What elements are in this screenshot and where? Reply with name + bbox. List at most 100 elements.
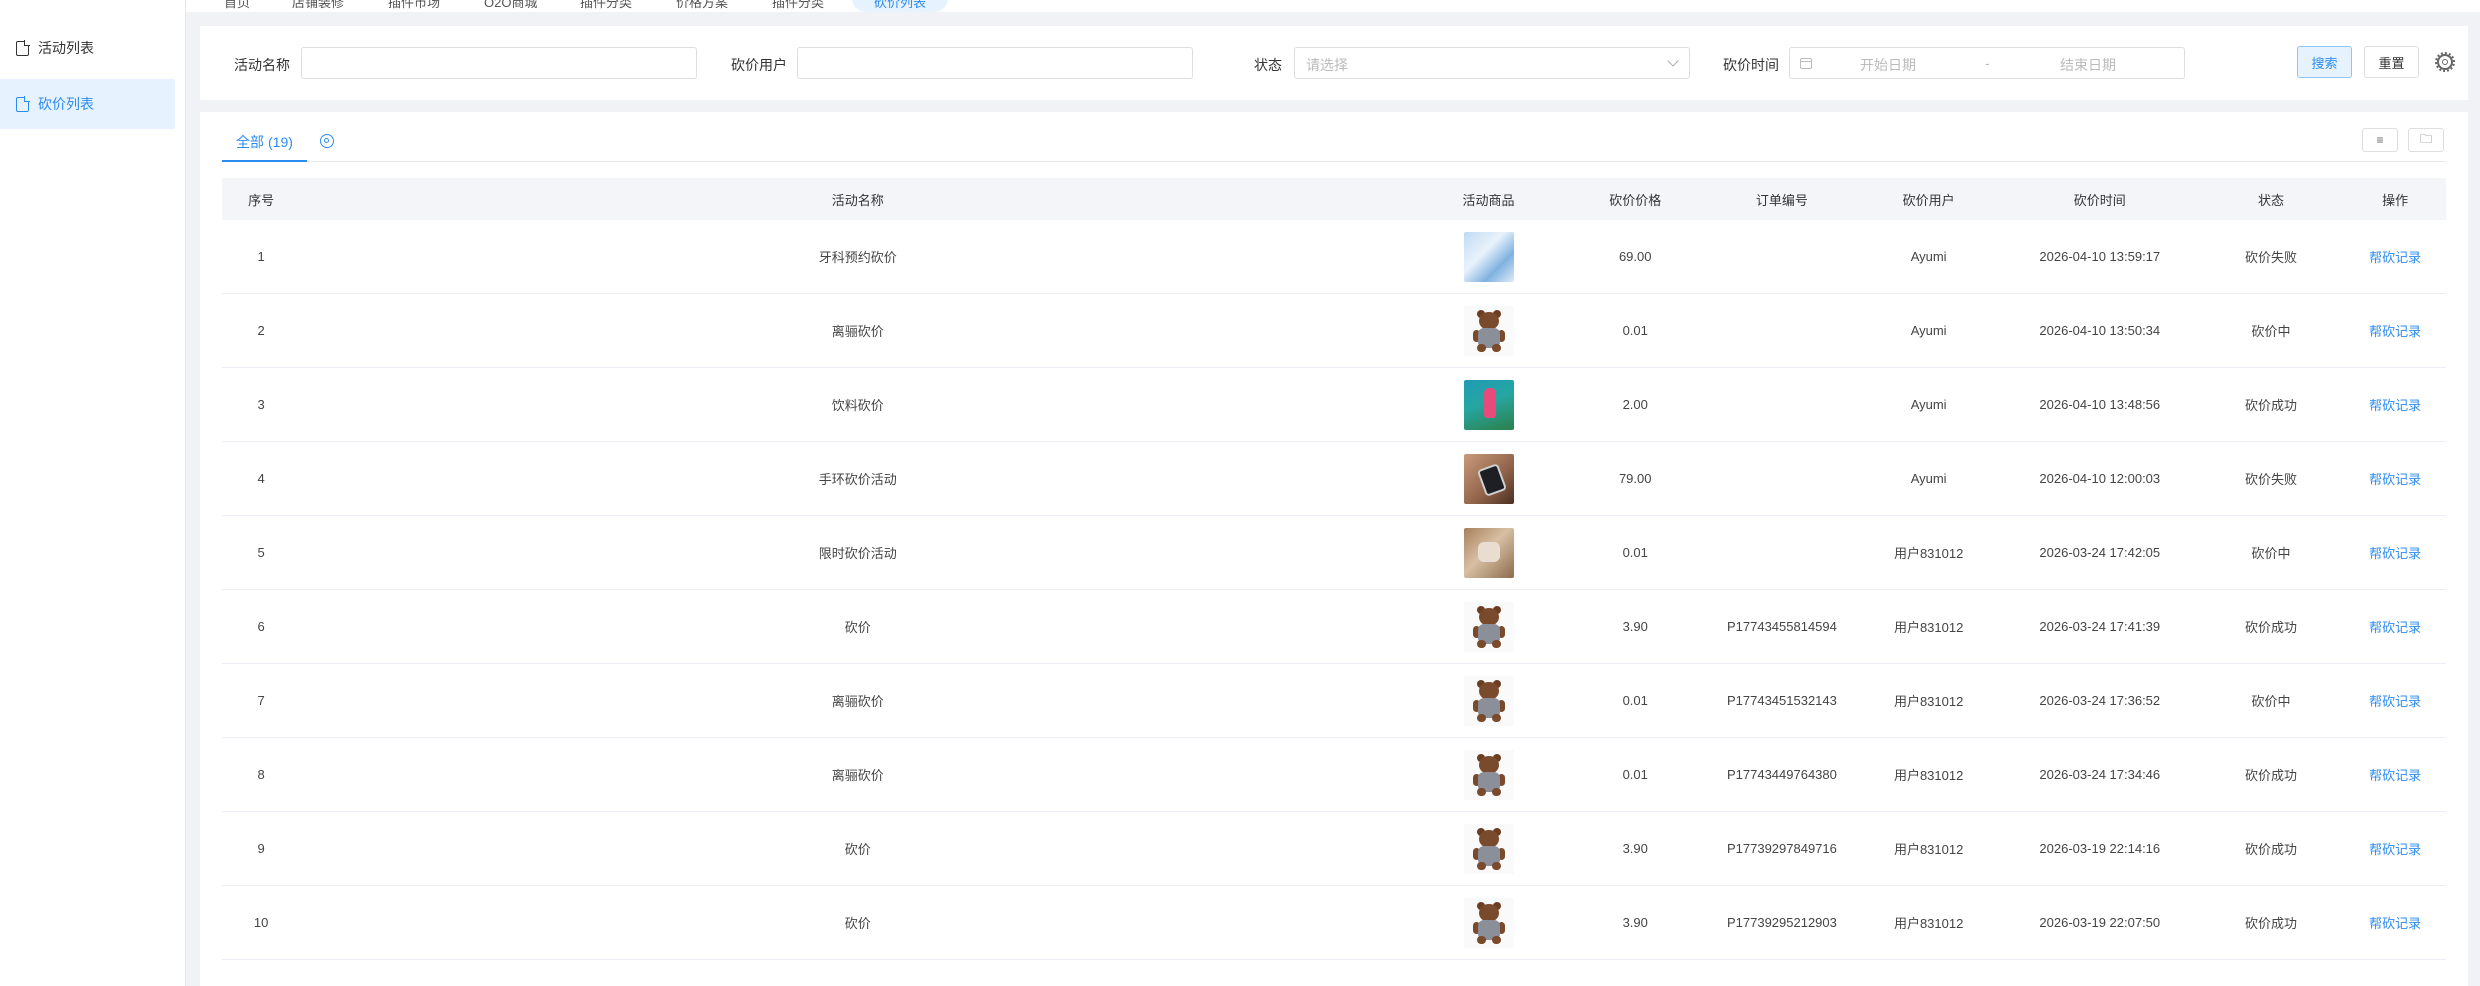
- filter-toggle-button[interactable]: ≡: [2362, 128, 2398, 152]
- product-image[interactable]: [1463, 897, 1514, 948]
- bargain-user: 用户831012: [1893, 546, 1964, 561]
- bargain-time: 2026-03-24 17:36:52: [2039, 693, 2161, 708]
- sidebar-item-label: 活动列表: [38, 40, 94, 56]
- bargain-time: 2026-04-10 13:59:17: [2039, 249, 2161, 264]
- reset-button[interactable]: 重置: [2364, 46, 2419, 78]
- product-image[interactable]: [1463, 379, 1514, 430]
- top-tab[interactable]: 价格方案: [676, 0, 728, 11]
- user-input[interactable]: [797, 47, 1193, 79]
- activity-name-label: 活动名称: [234, 57, 290, 73]
- status-placeholder: 请选择: [1306, 57, 1348, 73]
- product-thumb: [1415, 453, 1562, 504]
- activity-name: 砍价: [844, 842, 871, 857]
- product-thumb: [1415, 379, 1562, 430]
- folder-button[interactable]: 🗀: [2408, 128, 2444, 152]
- help-record-link[interactable]: 帮砍记录: [2344, 469, 2446, 488]
- activity-name: 离骊砍价: [831, 694, 884, 709]
- row-number: 9: [257, 841, 265, 856]
- bargain-time: 2026-04-10 12:00:03: [2039, 471, 2161, 486]
- row-number: 6: [257, 619, 265, 634]
- tab-settings-icon[interactable]: [320, 134, 334, 148]
- table-row: 6 砍价 3.90 P17743455814594 用户831012 2026-03-24…: [222, 590, 2446, 664]
- folder-icon: 🗀: [2419, 131, 2432, 146]
- sliders-icon: ≡: [2376, 133, 2384, 147]
- help-record-link[interactable]: 帮砍记录: [2344, 395, 2446, 414]
- bargain-price: 3.90: [1622, 841, 1648, 856]
- bargain-price: 2.00: [1622, 397, 1648, 412]
- help-record-link[interactable]: 帮砍记录: [2344, 321, 2446, 340]
- bargain-user: 用户831012: [1893, 842, 1964, 857]
- status-label: 状态: [1254, 57, 1282, 73]
- help-record-link[interactable]: 帮砍记录: [2344, 691, 2446, 710]
- row-number: 10: [253, 915, 269, 930]
- product-thumb: [1415, 675, 1562, 726]
- status-select[interactable]: 请选择: [1294, 47, 1690, 79]
- settings-gear-icon[interactable]: [2435, 52, 2455, 72]
- table-row: 9 砍价 3.90 P17739297849716 用户831012 2026-03-19…: [222, 812, 2446, 886]
- sidebar-item-bargain-list[interactable]: 砍价列表: [0, 79, 175, 129]
- help-record-link[interactable]: 帮砍记录: [2344, 839, 2446, 858]
- status: 砍价失败: [2244, 250, 2297, 265]
- product-thumb: [1415, 897, 1562, 948]
- top-tab[interactable]: 插件分类: [580, 0, 632, 11]
- table-row: 8 离骊砍价 0.01 P17743449764380 用户831012 2026-03-…: [222, 738, 2446, 812]
- bargain-time: 2026-03-19 22:14:16: [2039, 841, 2161, 856]
- top-tab[interactable]: 首页: [224, 0, 250, 11]
- product-thumb: [1415, 749, 1562, 800]
- sidebar-item-activity-list[interactable]: 活动列表: [0, 23, 175, 73]
- bargain-price: 79.00: [1618, 471, 1652, 486]
- help-record-link[interactable]: 帮砍记录: [2344, 765, 2446, 784]
- bargain-price: 3.90: [1622, 915, 1648, 930]
- row-number: 5: [257, 545, 265, 560]
- product-thumb: [1415, 601, 1562, 652]
- status: 砍价成功: [2244, 398, 2297, 413]
- top-tab[interactable]: 插件分类: [772, 0, 824, 11]
- top-tab[interactable]: O2O商城: [484, 0, 537, 11]
- bargain-user: Ayumi: [1910, 323, 1947, 338]
- product-image[interactable]: [1463, 823, 1514, 874]
- activity-name: 砍价: [844, 916, 871, 931]
- top-tab-active[interactable]: 砍价列表: [852, 0, 949, 12]
- help-record-link[interactable]: 帮砍记录: [2344, 913, 2446, 932]
- table-row: 5 限时砍价活动 0.01 用户831012 2026-03-24 17:42:05 砍价…: [222, 516, 2446, 590]
- status: 砍价成功: [2244, 842, 2297, 857]
- status: 砍价失败: [2244, 472, 2297, 487]
- bargain-time: 2026-03-24 17:34:46: [2039, 767, 2161, 782]
- status: 砍价成功: [2244, 916, 2297, 931]
- column-header: 状态: [2257, 192, 2284, 208]
- activity-name: 手环砍价活动: [818, 472, 897, 487]
- search-button[interactable]: 搜索: [2297, 46, 2352, 78]
- help-record-link[interactable]: 帮砍记录: [2344, 247, 2446, 266]
- product-image[interactable]: [1463, 675, 1514, 726]
- bargain-price: 0.01: [1622, 545, 1648, 560]
- range-separator: -: [1985, 55, 1990, 71]
- sidebar: 活动列表 砍价列表: [0, 0, 186, 986]
- order-number: P17743451532143: [1726, 693, 1837, 708]
- table-row: 3 饮料砍价 2.00 Ayumi 2026-04-10 13:48:56 砍价成功 帮砍记…: [222, 368, 2446, 442]
- product-image[interactable]: [1463, 231, 1514, 282]
- help-record-link[interactable]: 帮砍记录: [2344, 617, 2446, 636]
- product-image[interactable]: [1463, 305, 1514, 356]
- bargain-user: 用户831012: [1893, 768, 1964, 783]
- document-icon: [16, 40, 30, 56]
- product-image[interactable]: [1463, 527, 1514, 578]
- activity-name: 限时砍价活动: [818, 546, 897, 561]
- top-tab[interactable]: 店铺装修: [292, 0, 344, 11]
- user-label: 砍价用户: [731, 57, 787, 73]
- product-thumb: [1415, 231, 1562, 282]
- top-tab[interactable]: 插件市场: [388, 0, 440, 11]
- order-number: P17739297849716: [1726, 841, 1837, 856]
- activity-name-input[interactable]: [301, 47, 697, 79]
- sidebar-item-label: 砍价列表: [38, 96, 94, 112]
- tab-all-label: 全部: [236, 134, 264, 150]
- product-image[interactable]: [1463, 601, 1514, 652]
- date-range-picker[interactable]: 开始日期 - 结束日期: [1789, 47, 2185, 79]
- row-number: 3: [257, 397, 265, 412]
- product-image[interactable]: [1463, 453, 1514, 504]
- document-icon: [16, 96, 30, 112]
- product-image[interactable]: [1463, 749, 1514, 800]
- search-panel: 活动名称 砍价用户 状态 请选择 砍价时间 开始日期 - 结束日期 搜索 重置: [200, 26, 2468, 100]
- tab-all[interactable]: 全部 (19): [222, 126, 307, 162]
- help-record-link[interactable]: 帮砍记录: [2344, 543, 2446, 562]
- status: 砍价中: [2251, 694, 2291, 709]
